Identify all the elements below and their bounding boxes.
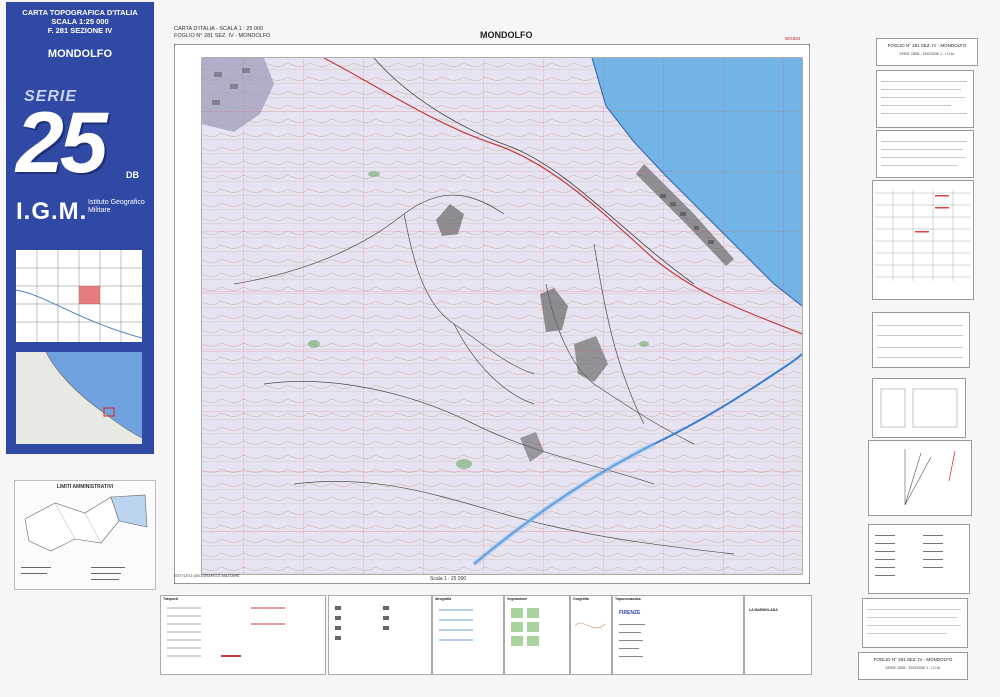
legend-vegetation: Vegetazione	[504, 595, 570, 675]
legend-toponymy-title: Toponomastica	[615, 597, 641, 601]
legend-buildings	[328, 595, 432, 675]
legend-orography: Orografia	[570, 595, 612, 675]
legend-relief-names: LA MARMOLADA	[744, 595, 812, 675]
scale-label: Scala 1 : 25 000	[430, 576, 467, 582]
location-map	[16, 351, 143, 444]
map-title: MONDOLFO	[480, 30, 533, 40]
sheet-id-bottom: FOGLIO N° 281 SEZ. IV - MONDOLFO	[873, 657, 953, 662]
coordinates-table-grid	[875, 189, 971, 281]
legend-vegetation-title: Vegetazione	[507, 597, 528, 601]
topographic-map[interactable]	[174, 44, 810, 584]
igm-logo: I.G.M.	[16, 198, 88, 225]
reference-panel	[872, 312, 970, 368]
sheet-edition-bottom: SERIE 25DB - EDIZIONE 1 - I.G.M.	[885, 666, 941, 670]
header-scale-line: CARTA D'ITALIA - SCALA 1 : 25 000	[174, 26, 264, 32]
legend-transport: Trasporti	[160, 595, 326, 675]
header-sheet-line: FOGLIO N° 281 SEZ. IV - MONDOLFO	[174, 33, 271, 39]
igm-full-name: Istituto Geografico Militare	[88, 199, 145, 214]
cover-line-3: F. 281 SEZIONE IV	[47, 26, 113, 35]
legend-hydrography-title: Idrografia	[435, 597, 452, 601]
legend-hydrography: Idrografia	[432, 595, 504, 675]
publisher-label: ISTITUTO GEOGRAFICO MILITARE	[174, 573, 240, 578]
legend-toponymy: Toponomastica FIRENZE	[612, 595, 744, 675]
sheet-layout-panel	[872, 378, 966, 438]
coordinates-table	[872, 180, 974, 300]
symbols-panel	[868, 524, 970, 594]
admin-boundaries-box: LIMITI AMMINISTRATIVI	[14, 480, 156, 590]
grid-zone-code: WG334	[785, 36, 801, 41]
cover-line-2: SCALA 1:25 000	[51, 17, 109, 26]
serie-number: 25	[16, 95, 108, 191]
legend-example-marmolada: LA MARMOLADA	[749, 608, 778, 612]
legend-transport-title: Trasporti	[163, 597, 178, 601]
compilation-notes	[862, 598, 968, 648]
legend-example-firenze: FIRENZE	[619, 610, 641, 616]
info-panel-2	[876, 130, 974, 178]
cover-place-name: MONDOLFO	[47, 48, 113, 60]
admin-boundaries-map	[21, 494, 148, 580]
sheet-index-map	[15, 250, 143, 342]
cover-panel: CARTA TOPOGRAFICA D'ITALIA SCALA 1:25 00…	[6, 2, 154, 454]
admin-boundaries-title: LIMITI AMMINISTRATIVI	[56, 484, 114, 490]
sheet-edition-top: SERIE 25DB - EDIZIONE 1 - I.G.M.	[899, 52, 955, 56]
declination-diagram	[868, 440, 972, 516]
map-sheet: CARTA TOPOGRAFICA D'ITALIA SCALA 1:25 00…	[0, 0, 1000, 697]
sheet-id-box-bottom: FOGLIO N° 281 SEZ. IV - MONDOLFO SERIE 2…	[858, 652, 968, 680]
sheet-id-top: FOGLIO N° 281 SEZ. IV - MONDOLFO	[887, 43, 967, 48]
serie-suffix: DB	[126, 170, 139, 180]
cover-line-1: CARTA TOPOGRAFICA D'ITALIA	[22, 8, 138, 17]
legend-orography-title: Orografia	[573, 597, 589, 601]
info-panel-1	[876, 70, 974, 128]
cover-heading: CARTA TOPOGRAFICA D'ITALIA SCALA 1:25 00…	[16, 8, 144, 35]
sheet-id-box-top: FOGLIO N° 281 SEZ. IV - MONDOLFO SERIE 2…	[876, 38, 978, 66]
map-header-left: CARTA D'ITALIA - SCALA 1 : 25 000 FOGLIO…	[174, 26, 270, 40]
